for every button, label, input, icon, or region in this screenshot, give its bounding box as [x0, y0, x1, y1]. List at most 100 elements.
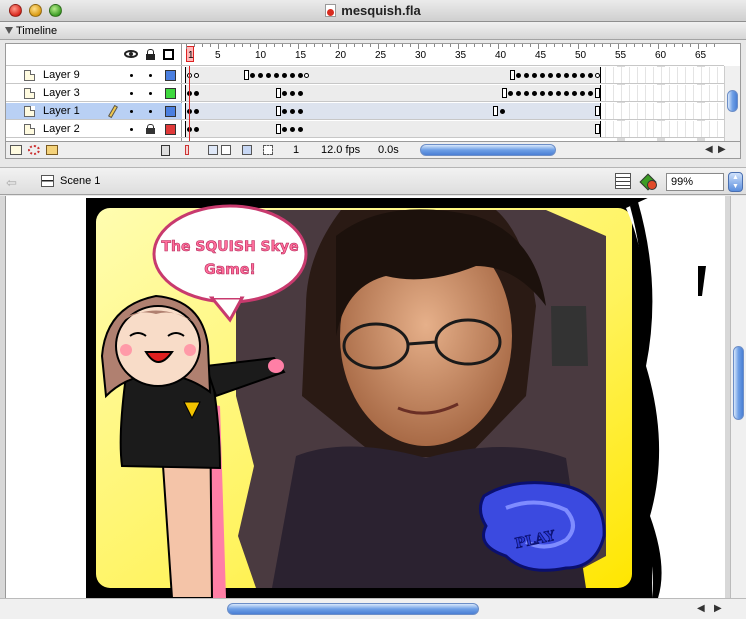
stage-vertical-scrollbar[interactable] [730, 196, 746, 598]
delete-layer-icon[interactable] [161, 145, 170, 156]
keyframe[interactable] [580, 91, 585, 96]
keyframe[interactable] [572, 91, 577, 96]
keyframe[interactable] [572, 73, 577, 78]
scroll-left-arrow-icon[interactable]: ◀ [697, 603, 705, 614]
insert-layer-folder-icon[interactable] [46, 145, 58, 155]
keyframe[interactable] [290, 109, 295, 114]
keyframe[interactable] [298, 91, 303, 96]
keyframe[interactable] [258, 73, 263, 78]
edit-multiple-frames-icon[interactable] [242, 145, 252, 155]
layer-lock-toggle[interactable] [149, 74, 152, 77]
keyframe[interactable] [250, 73, 255, 78]
timeline-vertical-scrollbar[interactable] [724, 66, 740, 141]
keyframe[interactable] [290, 91, 295, 96]
keyframe[interactable] [548, 73, 553, 78]
layer-visible-toggle[interactable] [130, 110, 133, 113]
blank-keyframe[interactable] [304, 73, 309, 78]
timeline-vertical-scroll-thumb[interactable] [727, 90, 738, 112]
layer-outline-color-swatch[interactable] [165, 124, 176, 135]
layer-row-layer-1[interactable]: Layer 1 [6, 103, 182, 120]
keyframe[interactable] [588, 91, 593, 96]
onion-skin-outlines-icon[interactable] [221, 145, 231, 155]
frame-row-layer-9[interactable] [182, 67, 724, 84]
layer-row-layer-9[interactable]: Layer 9 [6, 67, 182, 84]
keyframe[interactable] [556, 91, 561, 96]
keyframe[interactable] [298, 127, 303, 132]
keyframe[interactable] [290, 73, 295, 78]
ruler-tick [290, 44, 291, 47]
keyframe[interactable] [194, 91, 199, 96]
scroll-right-arrow-icon[interactable]: ▶ [714, 603, 722, 614]
frame-row-layer-3[interactable] [182, 85, 724, 102]
frame-row-layer-2[interactable] [182, 121, 724, 138]
stage-horizontal-scroll-thumb[interactable] [227, 603, 479, 615]
keyframe[interactable] [298, 109, 303, 114]
keyframe[interactable] [588, 73, 593, 78]
layer-outline-color-swatch[interactable] [165, 88, 176, 99]
keyframe[interactable] [540, 73, 545, 78]
keyframe[interactable] [282, 91, 287, 96]
layer-row-layer-3[interactable]: Layer 3 [6, 85, 182, 102]
keyframe[interactable] [540, 91, 545, 96]
scroll-right-arrow-icon[interactable]: ▶ [718, 144, 726, 155]
blank-keyframe[interactable] [595, 73, 600, 78]
keyframe[interactable] [298, 73, 303, 78]
keyframe[interactable] [548, 91, 553, 96]
keyframe[interactable] [524, 91, 529, 96]
insert-layer-icon[interactable] [10, 145, 22, 155]
keyframe[interactable] [532, 91, 537, 96]
keyframe[interactable] [282, 127, 287, 132]
layer-row-layer-2[interactable]: Layer 2 [6, 121, 182, 138]
keyframe[interactable] [290, 127, 295, 132]
back-arrow-icon[interactable]: ⇦ [6, 175, 17, 191]
frame-row-layer-1[interactable] [182, 103, 724, 120]
blank-keyframe[interactable] [194, 73, 199, 78]
zoom-field[interactable]: 99% [666, 173, 724, 191]
keyframe[interactable] [282, 109, 287, 114]
layer-locked-icon[interactable] [146, 124, 155, 135]
edit-scene-icon[interactable] [615, 173, 631, 189]
layer-lock-toggle[interactable] [149, 92, 152, 95]
onion-skin-icon[interactable] [208, 145, 218, 155]
keyframe[interactable] [556, 73, 561, 78]
scroll-left-arrow-icon[interactable]: ◀ [705, 144, 713, 155]
keyframe[interactable] [274, 73, 279, 78]
add-motion-guide-icon[interactable] [28, 145, 40, 155]
stage-canvas[interactable]: The SQUISH Skye Game! PLAY [5, 196, 725, 598]
keyframe[interactable] [516, 91, 521, 96]
frame-grid[interactable]: 1 5 10 15 20 25 30 35 40 45 50 55 60 65 [182, 44, 724, 141]
show-hide-all-layers-icon[interactable] [124, 50, 138, 58]
keyframe[interactable] [266, 73, 271, 78]
layer-outline-color-swatch[interactable] [165, 70, 176, 81]
keyframe[interactable] [508, 91, 513, 96]
keyframe[interactable] [282, 73, 287, 78]
zoom-dropdown-stepper[interactable]: ▲ ▼ [728, 172, 743, 192]
lock-all-layers-icon[interactable] [146, 49, 155, 60]
layer-visible-toggle[interactable] [130, 128, 133, 131]
keyframe[interactable] [580, 73, 585, 78]
timeline-panel-header[interactable]: Timeline [0, 22, 746, 40]
stage-horizontal-scrollbar[interactable]: ◀ ▶ [0, 598, 746, 619]
keyframe[interactable] [532, 73, 537, 78]
modify-onion-markers-icon[interactable] [263, 145, 273, 155]
keyframe[interactable] [516, 73, 521, 78]
scene-breadcrumb[interactable]: Scene 1 [60, 175, 100, 187]
keyframe[interactable] [564, 73, 569, 78]
frame-rate-readout[interactable]: 12.0 fps [321, 144, 360, 156]
keyframe[interactable] [194, 109, 199, 114]
collapse-triangle-icon[interactable] [5, 27, 13, 34]
layer-outline-color-swatch[interactable] [165, 106, 176, 117]
stage-vertical-scroll-thumb[interactable] [733, 346, 744, 420]
timeline-horizontal-scroll-thumb[interactable] [420, 144, 556, 156]
keyframe[interactable] [524, 73, 529, 78]
layer-lock-toggle[interactable] [149, 110, 152, 113]
keyframe[interactable] [194, 127, 199, 132]
keyframe[interactable] [564, 91, 569, 96]
center-frame-icon[interactable] [185, 145, 189, 155]
layer-visible-toggle[interactable] [130, 74, 133, 77]
layer-visible-toggle[interactable] [130, 92, 133, 95]
outline-all-layers-icon[interactable] [163, 49, 174, 60]
keyframe[interactable] [500, 109, 505, 114]
edit-symbols-icon[interactable] [640, 173, 657, 190]
frame-ruler[interactable]: 1 5 10 15 20 25 30 35 40 45 50 55 60 65 [182, 44, 724, 66]
